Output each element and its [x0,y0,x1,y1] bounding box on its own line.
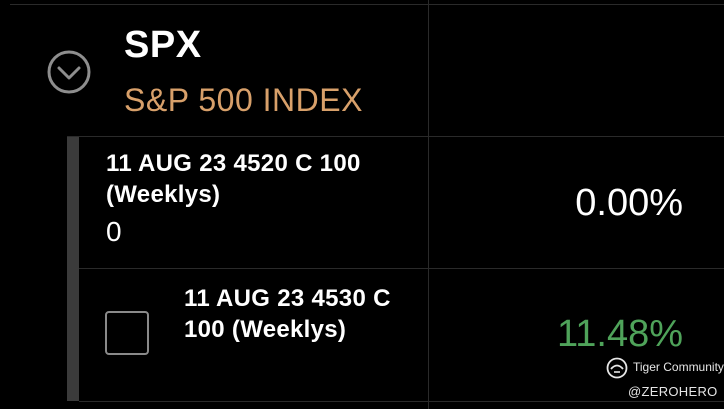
tiger-community-logo-icon [606,357,628,379]
bottom-divider [79,401,724,402]
chevron-down-circle-icon [47,50,91,94]
checkbox-unchecked-icon[interactable] [105,311,149,355]
position-contract-label[interactable]: 11 AUG 23 4520 C 100 (Weeklys) [106,148,426,210]
position-contract-label[interactable]: 11 AUG 23 4530 C 100 (Weeklys) [184,283,424,345]
collapse-button[interactable] [47,50,91,94]
header-divider [67,136,724,137]
ticker-symbol: SPX [124,24,202,66]
position-change-percent: 11.48% [556,313,683,355]
position-change-percent: 0.00% [575,182,683,224]
row-divider [79,268,724,269]
position-quantity: 0 [106,216,122,247]
top-divider [10,4,724,5]
column-divider [428,0,429,409]
index-name: S&P 500 INDEX [124,82,363,118]
watermark-handle: @ZEROHERO [628,384,718,399]
group-indicator-bar [67,137,79,401]
watermark-brand: Tiger Community [633,360,724,374]
